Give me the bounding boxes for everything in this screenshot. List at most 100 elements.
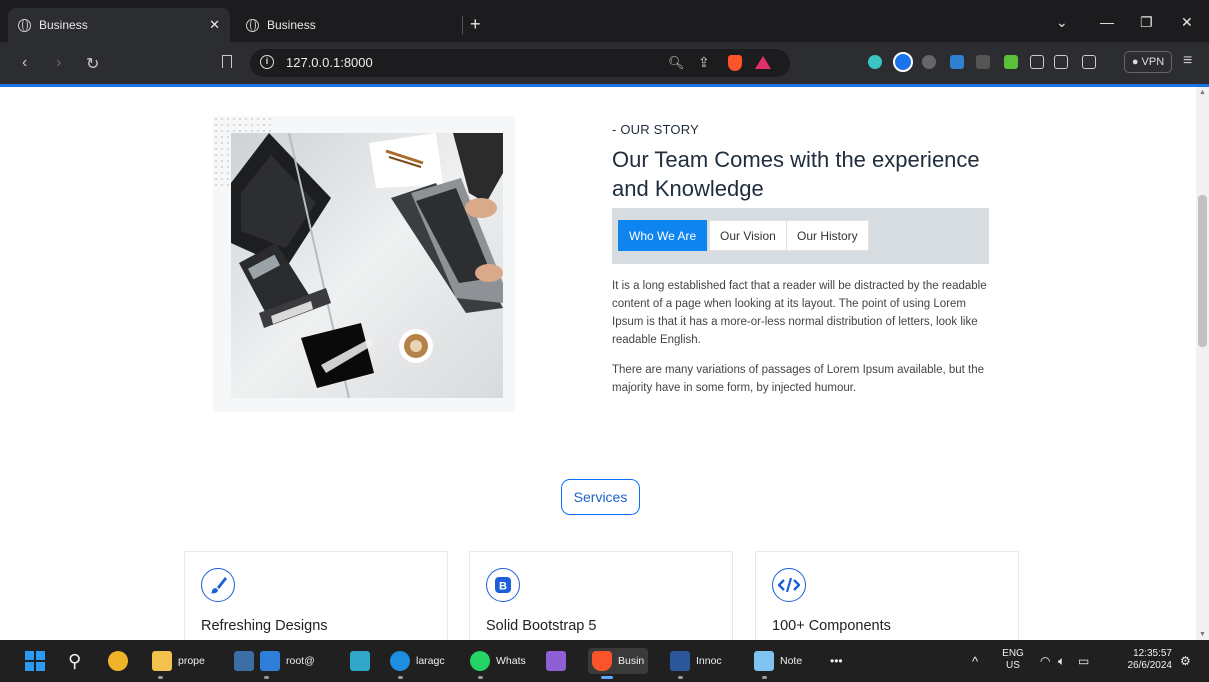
wifi-icon[interactable]: ◠ xyxy=(1040,648,1050,674)
taskbar-app-visual-studio[interactable] xyxy=(546,648,572,674)
clock-time: 12:35:57 xyxy=(1133,648,1172,659)
address-bar[interactable]: i 127.0.0.1:8000 🔍︎ ⇪ xyxy=(250,49,790,77)
active-indicator xyxy=(601,676,613,679)
running-indicator xyxy=(678,676,683,679)
tab-search-chevron-icon[interactable]: ⌄ xyxy=(1056,14,1068,31)
word-icon xyxy=(670,651,690,671)
extensions-puzzle-icon[interactable] xyxy=(1030,55,1044,69)
taskbar-app-word[interactable]: Innoc xyxy=(670,648,722,674)
taskbar-app-snipping[interactable] xyxy=(234,648,260,674)
globe-icon xyxy=(18,18,31,32)
page-viewport: - OUR STORY Our Team Comes with the expe… xyxy=(0,87,1196,640)
extension-download-icon[interactable] xyxy=(1004,55,1018,69)
notifications-icon[interactable]: ⚙ xyxy=(1180,648,1191,674)
widgets-button[interactable] xyxy=(108,648,134,674)
browser-toolbar: ‹ › ↻ i 127.0.0.1:8000 🔍︎ ⇪ ● VPN ≡ xyxy=(0,42,1209,84)
tab-our-vision[interactable]: Our Vision xyxy=(709,220,787,251)
close-tab-icon[interactable]: ✕ xyxy=(209,17,220,33)
wallet-icon[interactable] xyxy=(1082,55,1096,69)
sidebar-toggle-icon[interactable] xyxy=(1054,55,1068,69)
extension-code-icon[interactable] xyxy=(976,55,990,69)
vpn-label: VPN xyxy=(1141,56,1165,68)
taskbar-app-store[interactable] xyxy=(350,648,376,674)
taskbar-app-label: Busin xyxy=(618,655,645,667)
service-card-title: Refreshing Designs xyxy=(201,618,328,634)
running-indicator xyxy=(158,676,163,679)
scroll-down-arrow-icon[interactable]: ▼ xyxy=(1199,631,1206,638)
about-paragraph-2: There are many variations of passages of… xyxy=(612,364,985,394)
keyboard-layout: US xyxy=(1006,660,1020,671)
tab-our-history[interactable]: Our History xyxy=(786,220,869,251)
bootstrap-icon: B xyxy=(486,568,520,602)
address-url[interactable]: 127.0.0.1:8000 xyxy=(286,55,373,70)
taskbar-app-label: laragc xyxy=(416,655,445,667)
app-icon xyxy=(234,651,254,671)
forward-button[interactable]: › xyxy=(56,54,61,72)
share-icon[interactable]: ⇪ xyxy=(698,54,710,71)
taskbar-app-whatsapp[interactable]: Whats xyxy=(470,648,526,674)
browser-menu-icon[interactable]: ≡ xyxy=(1183,52,1192,70)
extension-c-icon[interactable] xyxy=(922,55,936,69)
taskbar-app-file-explorer[interactable]: prope xyxy=(152,648,205,674)
close-window-button[interactable]: ✕ xyxy=(1181,14,1193,31)
zoom-icon[interactable]: 🔍︎ xyxy=(668,55,685,71)
globe-icon xyxy=(246,18,259,32)
network-terminal-icon xyxy=(260,651,280,671)
taskbar-app-laragon[interactable]: laragc xyxy=(390,648,445,674)
minimize-button[interactable]: — xyxy=(1100,14,1114,30)
bag-icon xyxy=(350,651,370,671)
services-label: Services xyxy=(561,479,640,515)
taskbar-overflow-button[interactable]: ••• xyxy=(830,648,843,674)
scroll-up-arrow-icon[interactable]: ▲ xyxy=(1199,89,1206,96)
extension-color-icon[interactable] xyxy=(868,55,882,69)
show-hidden-icons-chevron-icon[interactable]: ^ xyxy=(972,648,978,674)
paintbrush-icon xyxy=(201,568,235,602)
service-card: 100+ Components xyxy=(755,551,1019,640)
volume-icon[interactable]: 🔈︎ xyxy=(1058,648,1065,674)
restore-button[interactable]: ❐ xyxy=(1140,14,1153,31)
language-indicator[interactable]: ENG US xyxy=(1000,648,1026,672)
new-tab-button[interactable]: + xyxy=(470,14,481,35)
extension-profile-icon[interactable] xyxy=(893,52,913,72)
browser-tab-active[interactable]: Business ✕ xyxy=(8,8,230,42)
extension-form-icon[interactable] xyxy=(950,55,964,69)
brave-shields-icon[interactable] xyxy=(728,55,742,71)
scrollbar-thumb[interactable] xyxy=(1198,195,1207,347)
language-code: ENG xyxy=(1002,648,1024,659)
running-indicator xyxy=(264,676,269,679)
taskbar-app-notepad[interactable]: Note xyxy=(754,648,802,674)
widgets-icon xyxy=(108,651,128,671)
vpn-button[interactable]: ● VPN xyxy=(1124,51,1172,73)
tab-title: Business xyxy=(267,18,316,32)
code-icon xyxy=(772,568,806,602)
about-photo xyxy=(231,133,503,398)
taskbar-app-terminal[interactable]: root@ xyxy=(260,648,315,674)
bookmark-icon[interactable] xyxy=(222,55,232,68)
brave-rewards-icon[interactable] xyxy=(755,56,771,69)
service-card: Refreshing Designs xyxy=(184,551,448,640)
battery-icon[interactable]: ▭ xyxy=(1078,648,1089,674)
running-indicator xyxy=(478,676,483,679)
laragon-icon xyxy=(390,651,410,671)
browser-tab-inactive[interactable]: Business xyxy=(236,8,458,42)
search-icon[interactable]: ⚲ xyxy=(68,648,81,674)
taskbar-app-label: prope xyxy=(178,655,205,667)
taskbar-app-label: Whats xyxy=(496,655,526,667)
page-scrollbar[interactable]: ▲ ▼ xyxy=(1196,87,1209,640)
reload-button[interactable]: ↻ xyxy=(86,54,99,74)
notepad-icon xyxy=(754,651,774,671)
clock[interactable]: 12:35:57 26/6/2024 xyxy=(1112,648,1173,672)
service-card: B Solid Bootstrap 5 xyxy=(469,551,733,640)
windows-logo-icon xyxy=(25,651,45,671)
site-info-icon[interactable]: i xyxy=(260,55,274,69)
start-button[interactable] xyxy=(24,648,46,674)
tab-who-we-are[interactable]: Who We Are xyxy=(618,220,708,251)
running-indicator xyxy=(398,676,403,679)
back-button[interactable]: ‹ xyxy=(22,54,27,72)
tab-title: Business xyxy=(39,18,88,32)
taskbar-app-brave[interactable]: Busin xyxy=(588,648,649,674)
brave-icon xyxy=(592,651,612,671)
service-card-title: Solid Bootstrap 5 xyxy=(486,618,597,634)
taskbar-app-label: Innoc xyxy=(696,655,722,667)
windows-taskbar: ⚲ prope root@ laragc Whats Busin Innoc N… xyxy=(0,640,1209,682)
